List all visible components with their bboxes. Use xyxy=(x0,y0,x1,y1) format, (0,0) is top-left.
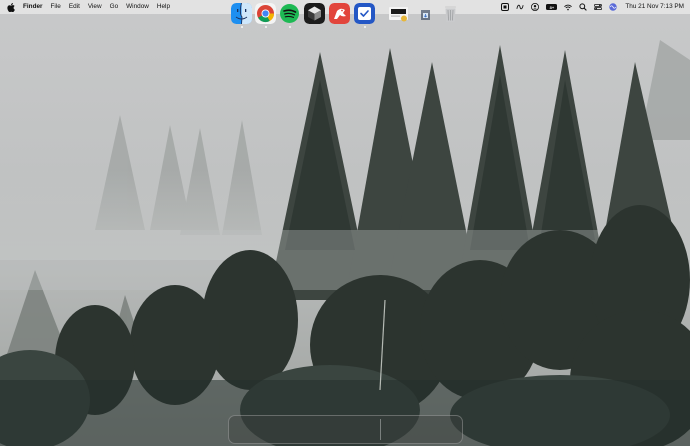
siri-icon[interactable] xyxy=(609,3,618,11)
menu-app-name[interactable]: Finder xyxy=(23,0,43,14)
finder-running-indicator xyxy=(240,25,243,28)
user-icon[interactable] xyxy=(531,3,540,11)
dock-downloads-icon[interactable] xyxy=(415,3,436,24)
dock-chrome-icon[interactable] xyxy=(255,3,276,24)
control-center-icon[interactable] xyxy=(594,3,603,11)
chrome-running-indicator xyxy=(264,25,267,28)
dock-gitkraken-icon[interactable] xyxy=(329,3,350,24)
wifi-icon[interactable] xyxy=(564,3,573,11)
apple-menu-icon[interactable] xyxy=(7,2,15,12)
menu-go[interactable]: Go xyxy=(110,0,119,14)
tasks-running-indicator xyxy=(363,25,366,28)
dock xyxy=(228,415,463,444)
menu-file[interactable]: File xyxy=(51,0,61,14)
script-icon[interactable] xyxy=(516,3,524,11)
dock-finder-icon[interactable] xyxy=(231,3,252,24)
menu-edit[interactable]: Edit xyxy=(69,0,80,14)
dock-separator xyxy=(380,419,381,440)
menu-help[interactable]: Help xyxy=(157,0,170,14)
dock-spotify-icon[interactable] xyxy=(279,3,300,24)
desktop: Finder File Edit View Go Window Help 8+ xyxy=(0,0,690,446)
desktop-wallpaper xyxy=(0,0,690,446)
dock-trash-icon[interactable] xyxy=(440,3,461,24)
menu-view[interactable]: View xyxy=(88,0,102,14)
screen-record-icon[interactable] xyxy=(501,3,510,11)
dock-preview-icon[interactable] xyxy=(388,3,409,24)
battery-icon[interactable]: 8+ xyxy=(546,4,558,10)
dock-cursor-icon[interactable] xyxy=(304,3,325,24)
menu-window[interactable]: Window xyxy=(126,0,149,14)
search-icon[interactable] xyxy=(579,3,588,11)
spotify-running-indicator xyxy=(288,25,291,28)
menu-clock[interactable]: Thu 21 Nov 7:13 PM xyxy=(625,0,684,14)
dock-tasks-icon[interactable] xyxy=(354,3,375,24)
